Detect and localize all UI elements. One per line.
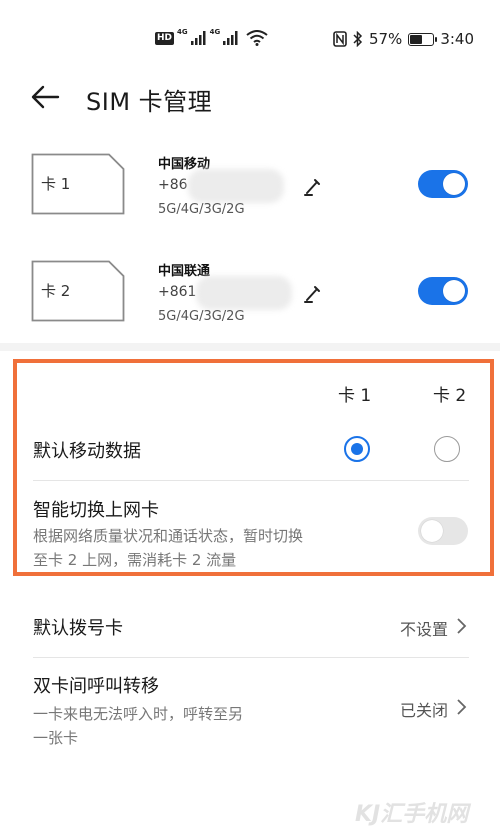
smart-switch-desc-line2: 至卡 2 上网，需消耗卡 2 流量 <box>33 551 237 569</box>
column-header-sim2: 卡 2 <box>433 386 467 406</box>
column-header-sim1: 卡 1 <box>338 386 372 406</box>
sim-enable-toggle[interactable] <box>418 170 468 198</box>
call-forward-desc-line1: 一卡来电无法呼入时，呼转至另 <box>33 705 244 723</box>
network-modes: 5G/4G/3G/2G <box>158 309 245 324</box>
sim-card-row: 卡 1 中国移动 +86 5G/4G/3G/2G <box>0 153 500 233</box>
number-redaction <box>196 276 292 310</box>
battery-percent: 57% <box>368 30 403 48</box>
default-dial-row[interactable]: 默认拨号卡 不设置 <box>0 600 500 656</box>
wifi-icon <box>246 30 268 46</box>
edit-icon[interactable] <box>303 284 323 304</box>
default-dial-value: 不设置 <box>399 620 448 639</box>
sim-card-label: 卡 1 <box>41 175 71 193</box>
call-forward-value: 已关闭 <box>399 701 448 720</box>
sim-card-label: 卡 2 <box>41 282 71 300</box>
default-data-label: 默认移动数据 <box>33 441 141 462</box>
smart-switch-toggle[interactable] <box>418 517 468 545</box>
default-data-radio-sim1[interactable] <box>344 436 370 462</box>
row-divider <box>33 657 469 658</box>
smart-switch-label: 智能切换上网卡 <box>33 500 159 521</box>
battery-level <box>410 34 423 44</box>
call-forward-description: 一卡来电无法呼入时，呼转至另 一张卡 <box>33 702 243 750</box>
hd-voice-badge: HD <box>155 31 175 45</box>
chevron-right-icon <box>457 618 467 634</box>
battery-icon <box>408 32 438 46</box>
smart-switch-description: 根据网络质量状况和通话状态，暂时切换 至卡 2 上网，需消耗卡 2 流量 <box>33 524 303 572</box>
edit-icon[interactable] <box>303 177 323 197</box>
number-redaction <box>188 169 284 203</box>
back-arrow-icon[interactable] <box>30 84 60 110</box>
section-divider <box>0 343 500 351</box>
carrier-name: 中国联通 <box>158 264 211 279</box>
sim-card-row: 卡 2 中国联通 +861 5G/4G/3G/2G <box>0 260 500 340</box>
smart-switch-desc-line1: 根据网络质量状况和通话状态，暂时切换 <box>33 527 304 545</box>
sim-enable-toggle[interactable] <box>418 277 468 305</box>
page-title: SIM 卡管理 <box>86 88 213 116</box>
default-dial-label: 默认拨号卡 <box>33 618 123 639</box>
nfc-icon <box>333 31 347 47</box>
watermark: KJ汇手机网 <box>355 802 469 827</box>
network-type-tag: 4G <box>209 28 221 36</box>
network-type-tag: 4G <box>177 28 188 36</box>
signal-strength-icon <box>223 31 238 45</box>
call-forward-desc-line2: 一张卡 <box>33 729 79 747</box>
chevron-right-icon <box>457 699 467 715</box>
status-right-group: 57% 3:40 <box>333 30 474 48</box>
status-bar: HD 4G 4G 57% 3:40 <box>0 0 500 70</box>
signal-group: HD 4G 4G <box>155 28 268 46</box>
app-header: SIM 卡管理 <box>0 78 500 118</box>
bluetooth-icon <box>353 31 363 47</box>
default-data-radio-sim2[interactable] <box>434 436 460 462</box>
row-divider <box>33 480 469 481</box>
clock: 3:40 <box>440 30 474 48</box>
call-forward-row[interactable]: 双卡间呼叫转移 一卡来电无法呼入时，呼转至另 一张卡 已关闭 <box>0 666 500 756</box>
phone-number: +861 <box>158 284 197 300</box>
network-modes: 5G/4G/3G/2G <box>158 202 245 217</box>
call-forward-label: 双卡间呼叫转移 <box>33 676 159 697</box>
phone-number: +86 <box>158 177 188 193</box>
signal-strength-icon <box>190 31 206 45</box>
